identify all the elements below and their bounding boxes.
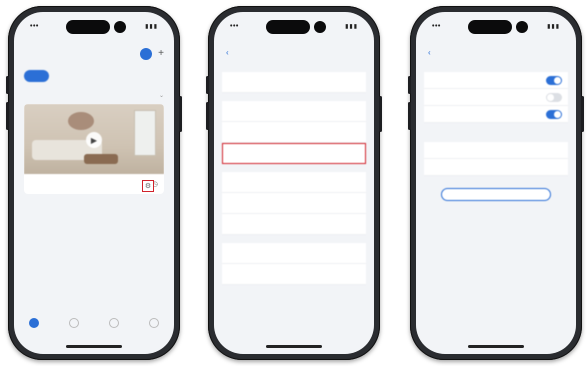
toggle-switch[interactable] (546, 92, 562, 102)
back-icon[interactable]: ‹ (226, 48, 229, 57)
nav-bar: ‹ (214, 46, 374, 60)
menu-item[interactable] (222, 243, 366, 264)
settings-screen: ••• ▮▮▮ ‹ (214, 12, 374, 354)
action-button[interactable] (441, 188, 551, 201)
home-indicator (66, 345, 122, 348)
phone-detail-screen: ••• ▮▮▮ ‹ (408, 6, 584, 360)
tabbar-item-3[interactable] (109, 318, 119, 330)
value-group (424, 134, 568, 201)
dynamic-island (66, 20, 110, 34)
info-note (424, 176, 568, 184)
signal-icon: ▮▮▮ (547, 24, 560, 30)
detail-screen: ••• ▮▮▮ ‹ (416, 12, 576, 354)
tabbar-item-2[interactable] (69, 318, 79, 330)
phone-home-screen: ••• ▮▮▮ + ⌄ ▶ ◷ ⚙ (6, 6, 182, 360)
status-bar: ••• ▮▮▮ (214, 12, 374, 42)
gear-icon[interactable]: ⚙ (142, 180, 154, 192)
tab-icon (149, 318, 159, 328)
settings-menu (222, 72, 366, 285)
signal-icon: ▮▮▮ (145, 24, 158, 30)
home-indicator (266, 345, 322, 348)
menu-item[interactable] (222, 264, 366, 285)
status-bar: ••• ▮▮▮ (14, 12, 174, 42)
value-row[interactable] (424, 142, 568, 159)
phone-settings-screen: ••• ▮▮▮ ‹ (206, 6, 382, 360)
tabbar-item-home[interactable] (29, 318, 39, 330)
front-camera (114, 21, 126, 33)
home-icon (29, 318, 39, 328)
menu-item[interactable] (222, 214, 366, 235)
tab-all[interactable] (24, 70, 50, 82)
room-tabs (24, 70, 170, 82)
menu-item[interactable] (222, 101, 366, 122)
add-icon[interactable]: + (158, 48, 164, 60)
menu-item[interactable] (222, 122, 366, 143)
toggle-row (424, 89, 568, 106)
toggle-row (424, 106, 568, 123)
value-row[interactable] (424, 159, 568, 176)
toggle-row (424, 72, 568, 89)
tab-icon (69, 318, 79, 328)
group-label (424, 134, 568, 142)
camera-card[interactable]: ▶ ◷ ⚙ (24, 104, 164, 194)
signal-icon: ▮▮▮ (345, 24, 358, 30)
bottom-tab-bar (14, 310, 174, 338)
status-bar: ••• ▮▮▮ (416, 12, 576, 42)
menu-item[interactable] (222, 72, 366, 93)
toggle-group (424, 64, 568, 123)
menu-item[interactable] (222, 193, 366, 214)
group-label (424, 64, 568, 72)
play-icon[interactable]: ▶ (86, 132, 102, 148)
toggle-switch[interactable] (546, 75, 562, 85)
chevron-down-icon[interactable]: ⌄ (159, 92, 164, 99)
tutorial-stage: ••• ▮▮▮ + ⌄ ▶ ◷ ⚙ ••• ▮▮▮ ‹ ••• ▮▮▮ ‹ (0, 0, 588, 366)
back-icon[interactable]: ‹ (428, 48, 431, 57)
profile-icon[interactable] (140, 48, 153, 60)
tabbar-item-4[interactable] (149, 318, 159, 330)
nav-bar: ‹ (416, 46, 576, 60)
status-time: ••• (30, 23, 39, 30)
menu-item-highlighted[interactable] (222, 143, 366, 164)
home-indicator (468, 345, 524, 348)
camera-preview[interactable]: ▶ (24, 104, 164, 174)
tab-icon (109, 318, 119, 328)
home-screen: ••• ▮▮▮ + ⌄ ▶ ◷ ⚙ (14, 12, 174, 354)
toggle-switch[interactable] (546, 109, 562, 119)
header-actions: + (140, 48, 164, 60)
menu-item[interactable] (222, 172, 366, 193)
